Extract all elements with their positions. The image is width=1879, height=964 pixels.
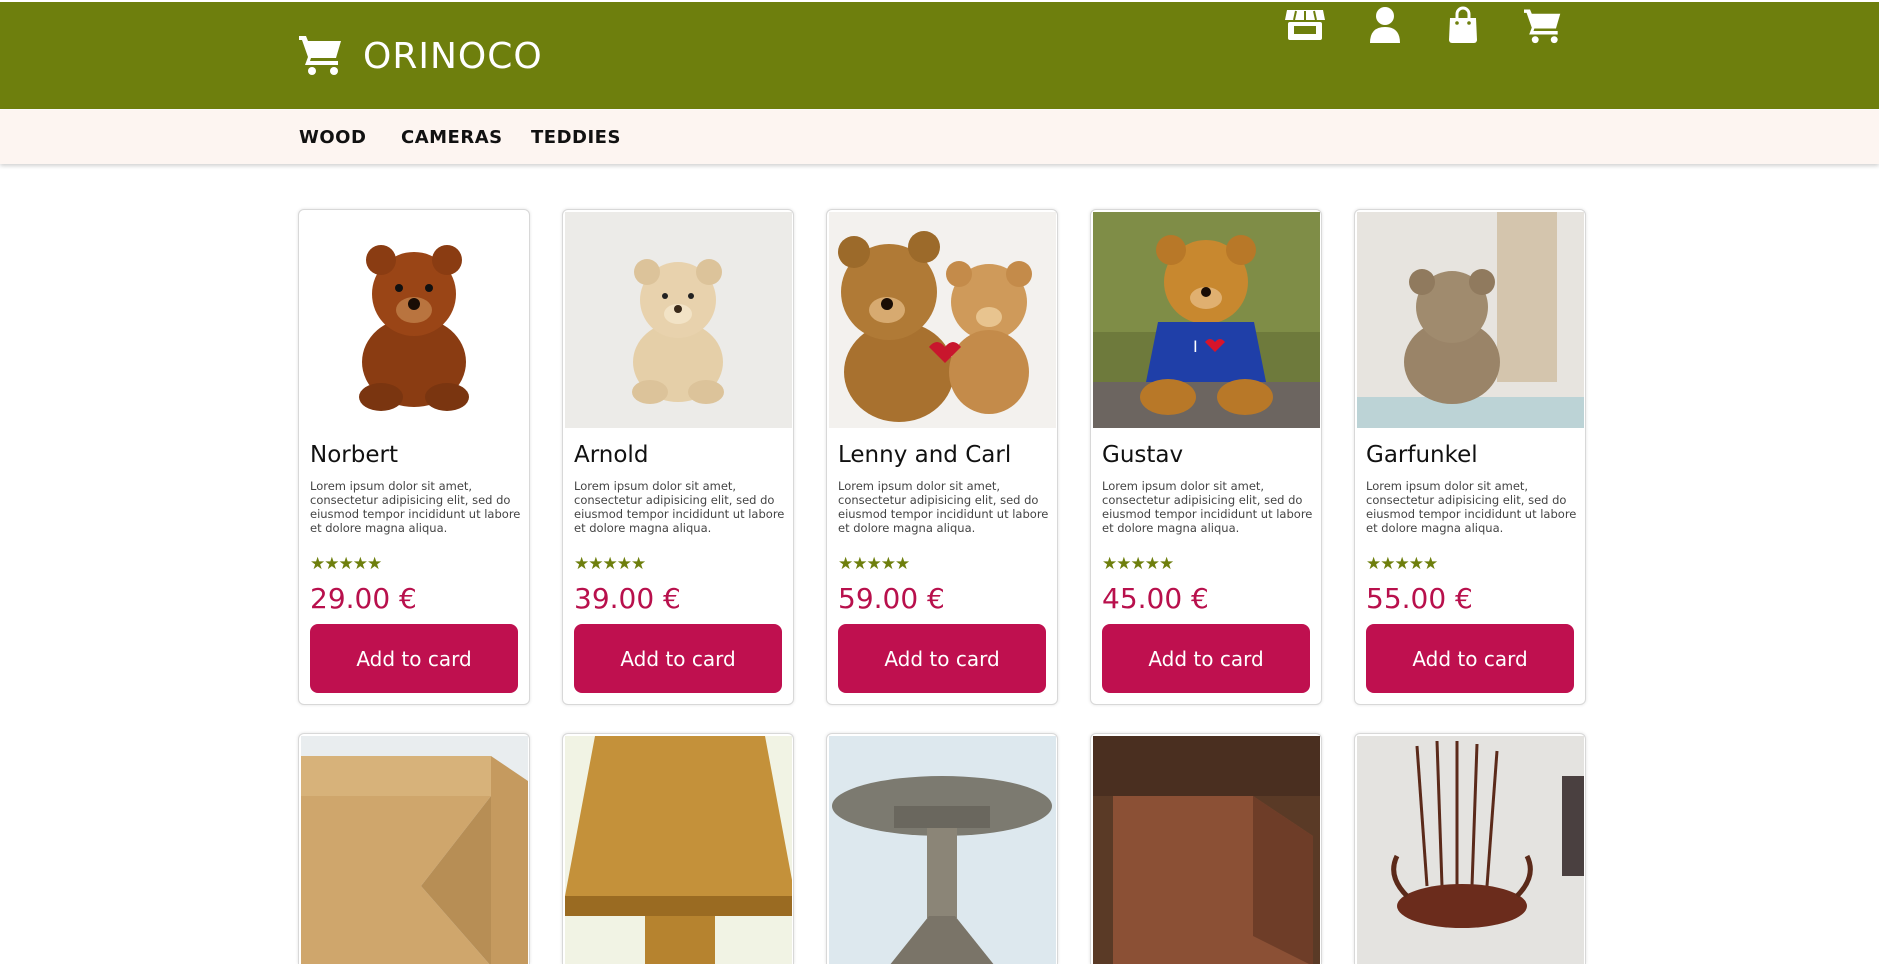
product-price: 55.00 € — [1366, 582, 1473, 615]
product-card[interactable]: I Gustav Lorem ipsum dolor sit amet, con… — [1090, 209, 1322, 705]
product-name[interactable]: Norbert — [310, 442, 398, 468]
star-rating: ★★★★★ — [1102, 554, 1174, 574]
product-price: 45.00 € — [1102, 582, 1209, 615]
product-image[interactable] — [301, 736, 528, 964]
product-card[interactable] — [826, 733, 1058, 964]
add-to-card-button[interactable]: Add to card — [838, 624, 1046, 693]
add-to-card-button[interactable]: Add to card — [1366, 624, 1574, 693]
product-price: 39.00 € — [574, 582, 681, 615]
product-description: Lorem ipsum dolor sit amet, consectetur … — [838, 479, 1049, 535]
product-name[interactable]: Gustav — [1102, 442, 1183, 468]
cart-icon — [297, 32, 345, 80]
star-rating: ★★★★★ — [838, 554, 910, 574]
product-card[interactable] — [1354, 733, 1586, 964]
product-image[interactable]: I — [1093, 212, 1320, 428]
product-name[interactable]: Lenny and Carl — [838, 442, 1011, 468]
product-card[interactable]: Garfunkel Lorem ipsum dolor sit amet, co… — [1354, 209, 1586, 705]
product-image[interactable] — [1357, 212, 1584, 428]
user-icon[interactable] — [1362, 2, 1408, 48]
brand-name: ORINOCO — [363, 35, 543, 77]
product-image[interactable] — [1093, 736, 1320, 964]
product-card[interactable] — [298, 733, 530, 964]
product-description: Lorem ipsum dolor sit amet, consectetur … — [1102, 479, 1313, 535]
product-card[interactable]: Lenny and Carl Lorem ipsum dolor sit ame… — [826, 209, 1058, 705]
product-image[interactable] — [1357, 736, 1584, 964]
shopping-bag-icon[interactable] — [1440, 2, 1486, 48]
svg-text:I: I — [1193, 337, 1198, 356]
store-icon[interactable] — [1282, 2, 1328, 48]
category-nav: WOOD CAMERAS TEDDIES — [0, 110, 1879, 164]
product-price: 59.00 € — [838, 582, 945, 615]
product-name[interactable]: Arnold — [574, 442, 648, 468]
star-rating: ★★★★★ — [1366, 554, 1438, 574]
product-card[interactable]: Arnold Lorem ipsum dolor sit amet, conse… — [562, 209, 794, 705]
product-card[interactable] — [1090, 733, 1322, 964]
product-description: Lorem ipsum dolor sit amet, consectetur … — [310, 479, 521, 535]
product-description: Lorem ipsum dolor sit amet, consectetur … — [574, 479, 785, 535]
product-image[interactable] — [829, 736, 1056, 964]
product-image[interactable] — [565, 736, 792, 964]
cart-icon[interactable] — [1520, 2, 1566, 48]
category-cameras[interactable]: CAMERAS — [401, 127, 503, 148]
add-to-card-button[interactable]: Add to card — [1102, 624, 1310, 693]
product-image[interactable] — [301, 212, 528, 428]
product-description: Lorem ipsum dolor sit amet, consectetur … — [1366, 479, 1577, 535]
product-card[interactable]: Norbert Lorem ipsum dolor sit amet, cons… — [298, 209, 530, 705]
product-image[interactable] — [565, 212, 792, 428]
category-wood[interactable]: WOOD — [299, 127, 366, 148]
star-rating: ★★★★★ — [574, 554, 646, 574]
product-price: 29.00 € — [310, 582, 417, 615]
top-header: ORINOCO — [0, 2, 1879, 109]
brand[interactable]: ORINOCO — [297, 30, 543, 82]
category-teddies[interactable]: TEDDIES — [531, 127, 621, 148]
add-to-card-button[interactable]: Add to card — [310, 624, 518, 693]
star-rating: ★★★★★ — [310, 554, 382, 574]
product-card[interactable] — [562, 733, 794, 964]
product-name[interactable]: Garfunkel — [1366, 442, 1478, 468]
add-to-card-button[interactable]: Add to card — [574, 624, 782, 693]
product-image[interactable] — [829, 212, 1056, 428]
